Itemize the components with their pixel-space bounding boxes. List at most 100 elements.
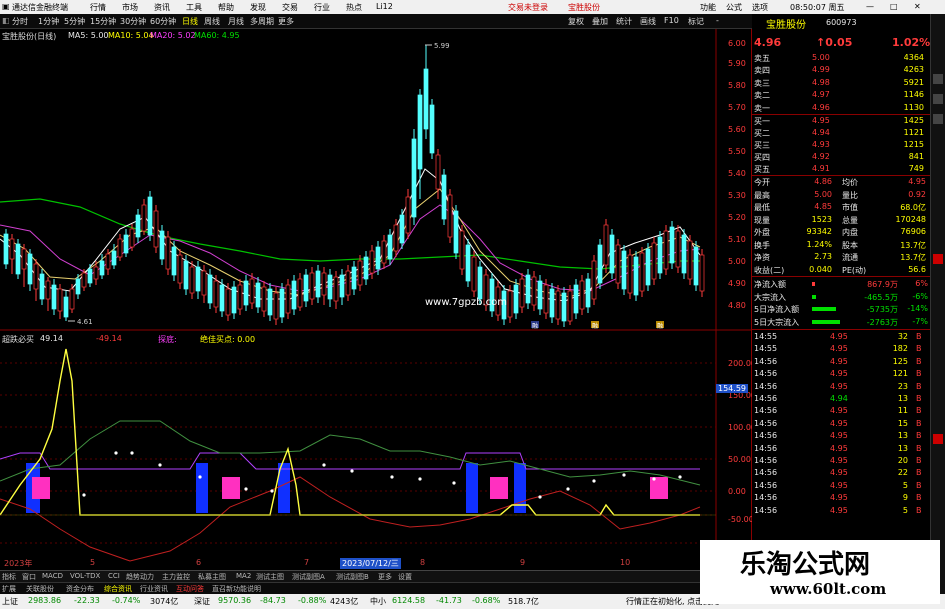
menu-hangqing[interactable]: 行情 bbox=[90, 2, 106, 13]
bid-row[interactable]: 买二 4.94 1121 bbox=[752, 127, 930, 139]
ask-row[interactable]: 卖五 5.00 4364 bbox=[752, 52, 930, 64]
event-mark[interactable]: 融 bbox=[657, 322, 663, 330]
tick-row[interactable]: 14:55 4.95 32 B bbox=[752, 331, 930, 343]
sidebar-btn[interactable] bbox=[933, 254, 943, 264]
tab-test-main[interactable]: 测试主图 bbox=[256, 572, 284, 582]
chart-area[interactable]: 融 融 融 5.99 4.61 www.7gpzb.com 宝胜股份(日线) M… bbox=[0, 29, 756, 581]
tab-related[interactable]: 关联股份 bbox=[26, 584, 54, 594]
bid-row[interactable]: 买三 4.93 1215 bbox=[752, 139, 930, 151]
flow-row[interactable]: 5日净流入额 -5735万 -14% bbox=[752, 303, 930, 315]
btn-fuquan[interactable]: 复权 bbox=[568, 16, 584, 27]
idx-name[interactable]: 中小 bbox=[370, 596, 386, 607]
tick-row[interactable]: 14:56 4.95 121 B bbox=[752, 368, 930, 380]
tab-15min[interactable]: 15分钟 bbox=[90, 16, 116, 27]
menu-hangye[interactable]: 行业 bbox=[314, 2, 330, 13]
bid-row[interactable]: 买四 4.92 841 bbox=[752, 151, 930, 163]
tick-row[interactable]: 14:56 4.95 5 B bbox=[752, 480, 930, 492]
stat-row[interactable]: 收益(二) 0.040 PE(动) 56.6 bbox=[752, 264, 930, 276]
tab-zhuli[interactable]: 主力监控 bbox=[162, 572, 190, 582]
menu-gongju[interactable]: 工具 bbox=[186, 2, 202, 13]
menu-shichang[interactable]: 市场 bbox=[122, 2, 138, 13]
tab-more[interactable]: 更多 bbox=[278, 16, 294, 27]
tab-macd[interactable]: MACD bbox=[42, 572, 63, 580]
stat-row[interactable]: 今开 4.86 均价 4.95 bbox=[752, 176, 930, 188]
event-mark[interactable]: 融 bbox=[532, 322, 538, 330]
menu-li12[interactable]: Li12 bbox=[376, 2, 393, 11]
menu-redian[interactable]: 热点 bbox=[346, 2, 362, 13]
btn-tongji[interactable]: 统计 bbox=[616, 16, 632, 27]
tick-row[interactable]: 14:56 4.95 5 B bbox=[752, 505, 930, 517]
tab-news[interactable]: 综合资讯 bbox=[104, 584, 132, 594]
menu-faxian[interactable]: 发现 bbox=[250, 2, 266, 13]
idx-name[interactable]: 深证 bbox=[194, 596, 210, 607]
tick-row[interactable]: 14:56 4.95 11 B bbox=[752, 405, 930, 417]
ask-row[interactable]: 卖三 4.98 5921 bbox=[752, 77, 930, 89]
tab-industry[interactable]: 行业资讯 bbox=[140, 584, 168, 594]
tab-qushi[interactable]: 趋势动力 bbox=[126, 572, 154, 582]
stat-row[interactable]: 净资 2.73 流通 13.7亿 bbox=[752, 251, 930, 263]
tick-row[interactable]: 14:56 4.95 22 B bbox=[752, 467, 930, 479]
trade-notice[interactable]: 交易未登录 bbox=[508, 2, 548, 13]
menu-gongneng[interactable]: 功能 bbox=[700, 2, 716, 13]
tick-row[interactable]: 14:56 4.95 13 B bbox=[752, 430, 930, 442]
tab-daily[interactable]: 日线 bbox=[182, 16, 198, 27]
kline-svg[interactable]: 融 融 融 5.99 4.61 www.7gpzb.com bbox=[0, 29, 752, 581]
event-mark[interactable]: 融 bbox=[592, 322, 598, 330]
maximize-icon[interactable]: □ bbox=[890, 2, 898, 11]
menu-xuanxiang[interactable]: 选项 bbox=[752, 2, 768, 13]
minimize-icon[interactable]: — bbox=[866, 2, 874, 11]
tick-row[interactable]: 14:56 4.95 9 B bbox=[752, 492, 930, 504]
tab-monthly[interactable]: 月线 bbox=[228, 16, 244, 27]
btn-diejia[interactable]: 叠加 bbox=[592, 16, 608, 27]
tab-60min[interactable]: 60分钟 bbox=[150, 16, 176, 27]
sidebar-btn[interactable] bbox=[933, 74, 943, 84]
tab-ext[interactable]: 扩展 bbox=[2, 584, 16, 594]
tab-30min[interactable]: 30分钟 bbox=[120, 16, 146, 27]
stat-row[interactable]: 最高 5.00 量比 0.92 bbox=[752, 189, 930, 201]
menu-gongshi[interactable]: 公式 bbox=[726, 2, 742, 13]
tick-row[interactable]: 14:56 4.95 125 B bbox=[752, 356, 930, 368]
stat-row[interactable]: 换手 1.24% 股本 13.7亿 bbox=[752, 239, 930, 251]
bid-row[interactable]: 买一 4.95 1425 bbox=[752, 115, 930, 127]
tick-row[interactable]: 14:56 4.95 23 B bbox=[752, 381, 930, 393]
ask-row[interactable]: 卖二 4.97 1146 bbox=[752, 89, 930, 101]
sidebar-btn[interactable] bbox=[933, 94, 943, 104]
tab-qa[interactable]: 互动问答 bbox=[176, 584, 204, 594]
idx-name[interactable]: 上证 bbox=[2, 596, 18, 607]
btn-f10[interactable]: F10 bbox=[664, 16, 679, 25]
tab-cci[interactable]: CCI bbox=[108, 572, 120, 580]
tab-test-sub-a[interactable]: 测试副图A bbox=[292, 572, 325, 582]
menu-jiaoyi[interactable]: 交易 bbox=[282, 2, 298, 13]
tab-test-sub-b[interactable]: 测试副图B bbox=[336, 572, 369, 582]
tick-row[interactable]: 14:56 4.95 15 B bbox=[752, 418, 930, 430]
flow-row[interactable]: 净流入额 867.9万 6% bbox=[752, 278, 930, 290]
btn-minus[interactable]: - bbox=[716, 16, 719, 25]
ask-row[interactable]: 卖一 4.96 1130 bbox=[752, 102, 930, 114]
tab-fund[interactable]: 资金分布 bbox=[66, 584, 94, 594]
tab-ma2[interactable]: MA2 bbox=[236, 572, 251, 580]
expand-icon[interactable]: ◧ bbox=[2, 16, 10, 25]
tab-weekly[interactable]: 周线 bbox=[204, 16, 220, 27]
tab-settings[interactable]: 设置 bbox=[398, 572, 412, 582]
flow-row[interactable]: 5日大宗流入 -2763万 -7% bbox=[752, 316, 930, 328]
tick-row[interactable]: 14:55 4.95 182 B bbox=[752, 343, 930, 355]
tab-5min[interactable]: 5分钟 bbox=[64, 16, 85, 27]
btn-huaxian[interactable]: 画线 bbox=[640, 16, 656, 27]
btn-biaoji[interactable]: 标记 bbox=[688, 16, 704, 27]
tab-chuangkou[interactable]: 窗口 bbox=[22, 572, 36, 582]
sidebar-btn[interactable] bbox=[933, 114, 943, 124]
tab-simu[interactable]: 私募主图 bbox=[198, 572, 226, 582]
stat-row[interactable]: 外盘 93342 内盘 76906 bbox=[752, 226, 930, 238]
bid-row[interactable]: 买五 4.91 749 bbox=[752, 163, 930, 175]
stat-row[interactable]: 现量 1523 总量 170248 bbox=[752, 214, 930, 226]
sidebar-btn[interactable] bbox=[933, 434, 943, 444]
tab-multi[interactable]: 多周期 bbox=[250, 16, 274, 27]
menu-bangzhu[interactable]: 帮助 bbox=[218, 2, 234, 13]
tick-row[interactable]: 14:56 4.95 20 B bbox=[752, 455, 930, 467]
tick-row[interactable]: 14:56 4.95 13 B bbox=[752, 443, 930, 455]
menu-zixun[interactable]: 资讯 bbox=[154, 2, 170, 13]
tab-feature[interactable]: 直召新功能说明 bbox=[212, 584, 261, 594]
tab-fenshi[interactable]: 分时 bbox=[12, 16, 28, 27]
ask-row[interactable]: 卖四 4.99 4263 bbox=[752, 64, 930, 76]
tab-vol[interactable]: VOL-TDX bbox=[70, 572, 100, 580]
